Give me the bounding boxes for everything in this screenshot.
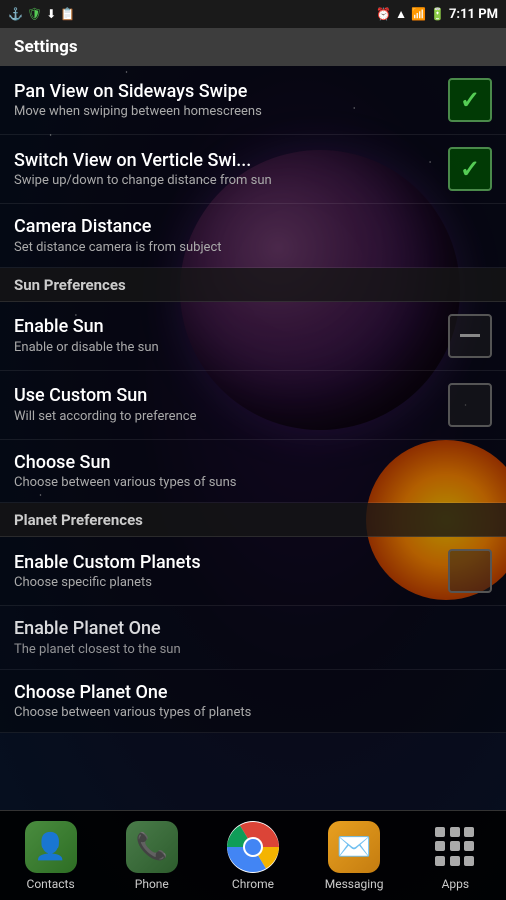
apps-dot-2 xyxy=(450,827,460,837)
settings-list: Pan View on Sideways Swipe Move when swi… xyxy=(0,66,506,733)
setting-enable-sun-title: Enable Sun xyxy=(14,316,438,338)
setting-enable-custom-planets-subtitle: Choose specific planets xyxy=(14,575,438,590)
setting-enable-sun-subtitle: Enable or disable the sun xyxy=(14,340,438,355)
status-icons-right: ⏰ ▲ 📶 🔋 7:11 PM xyxy=(376,7,498,22)
apps-dot-1 xyxy=(435,827,445,837)
dock-apps[interactable]: Apps xyxy=(415,821,495,891)
clipboard-icon: 📋 xyxy=(60,7,75,21)
dock-phone[interactable]: 📞 Phone xyxy=(112,821,192,891)
setting-choose-sun[interactable]: Choose Sun Choose between various types … xyxy=(0,440,506,504)
setting-enable-sun-text: Enable Sun Enable or disable the sun xyxy=(14,316,438,355)
dock-chrome[interactable]: Chrome xyxy=(213,821,293,891)
dock-contacts-label: Contacts xyxy=(27,877,75,891)
setting-enable-custom-planets[interactable]: Enable Custom Planets Choose specific pl… xyxy=(0,537,506,606)
contacts-icon: 👤 xyxy=(25,821,77,873)
pan-view-checkbox[interactable]: ✓ xyxy=(448,78,492,122)
dock-contacts[interactable]: 👤 Contacts xyxy=(11,821,91,891)
setting-enable-custom-planets-text: Enable Custom Planets Choose specific pl… xyxy=(14,552,438,591)
setting-choose-planet-one[interactable]: Choose Planet One Choose between various… xyxy=(0,670,506,734)
setting-use-custom-sun-subtitle: Will set according to preference xyxy=(14,409,438,424)
switch-view-checkbox[interactable]: ✓ xyxy=(448,147,492,191)
apps-dot-4 xyxy=(435,841,445,851)
setting-enable-planet-one[interactable]: Enable Planet One The planet closest to … xyxy=(0,606,506,670)
dock-messaging-label: Messaging xyxy=(325,877,384,891)
apps-dot-3 xyxy=(464,827,474,837)
setting-pan-view[interactable]: Pan View on Sideways Swipe Move when swi… xyxy=(0,66,506,135)
setting-choose-planet-one-text: Choose Planet One Choose between various… xyxy=(14,682,492,721)
dock-messaging[interactable]: ✉️ Messaging xyxy=(314,821,394,891)
checkbox-dash-icon xyxy=(460,334,480,337)
setting-choose-sun-subtitle: Choose between various types of suns xyxy=(14,475,492,490)
dock-chrome-label: Chrome xyxy=(232,877,274,891)
setting-camera-distance-text: Camera Distance Set distance camera is f… xyxy=(14,216,492,255)
setting-enable-planet-one-subtitle: The planet closest to the sun xyxy=(14,642,492,657)
apps-dot-5 xyxy=(450,841,460,851)
sun-preferences-header: Sun Preferences xyxy=(0,268,506,302)
apps-dot-7 xyxy=(435,856,445,866)
phone-icon: 📞 xyxy=(126,821,178,873)
setting-camera-distance[interactable]: Camera Distance Set distance camera is f… xyxy=(0,204,506,268)
apps-dot-6 xyxy=(464,841,474,851)
messaging-icon: ✉️ xyxy=(328,821,380,873)
status-time: 7:11 PM xyxy=(449,7,498,22)
setting-switch-view-text: Switch View on Verticle Swi... Swipe up/… xyxy=(14,150,438,189)
apps-dot-9 xyxy=(464,856,474,866)
shield-icon: 🛡 xyxy=(27,7,42,21)
battery-icon: 🔋 xyxy=(430,7,445,21)
use-custom-sun-checkbox[interactable] xyxy=(448,383,492,427)
setting-use-custom-sun-title: Use Custom Sun xyxy=(14,385,438,407)
setting-switch-view[interactable]: Switch View on Verticle Swi... Swipe up/… xyxy=(0,135,506,204)
status-bar: ⚓ 🛡 ⬇ 📋 ⏰ ▲ 📶 🔋 7:11 PM xyxy=(0,0,506,28)
sun-preferences-label: Sun Preferences xyxy=(14,276,126,294)
setting-choose-planet-one-title: Choose Planet One xyxy=(14,682,492,704)
checkmark-icon: ✓ xyxy=(460,86,480,114)
alarm-icon: ⏰ xyxy=(376,7,391,21)
usb-icon: ⚓ xyxy=(8,7,23,21)
setting-enable-planet-one-title: Enable Planet One xyxy=(14,618,492,640)
setting-choose-planet-one-subtitle: Choose between various types of planets xyxy=(14,705,492,720)
page-title: Settings xyxy=(14,37,78,57)
status-icons-left: ⚓ 🛡 ⬇ 📋 xyxy=(8,7,75,21)
download-icon: ⬇ xyxy=(46,7,56,21)
setting-camera-distance-title: Camera Distance xyxy=(14,216,492,238)
setting-pan-view-text: Pan View on Sideways Swipe Move when swi… xyxy=(14,81,438,120)
apps-dot-8 xyxy=(450,856,460,866)
bottom-dock: 👤 Contacts 📞 Phone Chrome ✉️ Messagin xyxy=(0,810,506,900)
dock-apps-label: Apps xyxy=(442,877,470,891)
planet-preferences-label: Planet Preferences xyxy=(14,511,143,529)
title-bar: Settings xyxy=(0,28,506,66)
setting-pan-view-subtitle: Move when swiping between homescreens xyxy=(14,104,438,119)
setting-enable-planet-one-text: Enable Planet One The planet closest to … xyxy=(14,618,492,657)
setting-switch-view-subtitle: Swipe up/down to change distance from su… xyxy=(14,173,438,188)
dock-phone-label: Phone xyxy=(135,877,169,891)
wifi-icon: ▲ xyxy=(395,7,407,21)
chrome-icon xyxy=(227,821,279,873)
apps-icon xyxy=(429,821,481,873)
enable-sun-checkbox[interactable] xyxy=(448,314,492,358)
setting-enable-custom-planets-title: Enable Custom Planets xyxy=(14,552,438,574)
setting-pan-view-title: Pan View on Sideways Swipe xyxy=(14,81,438,103)
setting-camera-distance-subtitle: Set distance camera is from subject xyxy=(14,240,492,255)
setting-use-custom-sun-text: Use Custom Sun Will set according to pre… xyxy=(14,385,438,424)
checkmark-icon-2: ✓ xyxy=(460,155,480,183)
setting-choose-sun-title: Choose Sun xyxy=(14,452,492,474)
setting-enable-sun[interactable]: Enable Sun Enable or disable the sun xyxy=(0,302,506,371)
signal-icon: 📶 xyxy=(411,7,426,21)
setting-use-custom-sun[interactable]: Use Custom Sun Will set according to pre… xyxy=(0,371,506,440)
setting-choose-sun-text: Choose Sun Choose between various types … xyxy=(14,452,492,491)
enable-custom-planets-checkbox[interactable] xyxy=(448,549,492,593)
planet-preferences-header: Planet Preferences xyxy=(0,503,506,537)
setting-switch-view-title: Switch View on Verticle Swi... xyxy=(14,150,438,172)
